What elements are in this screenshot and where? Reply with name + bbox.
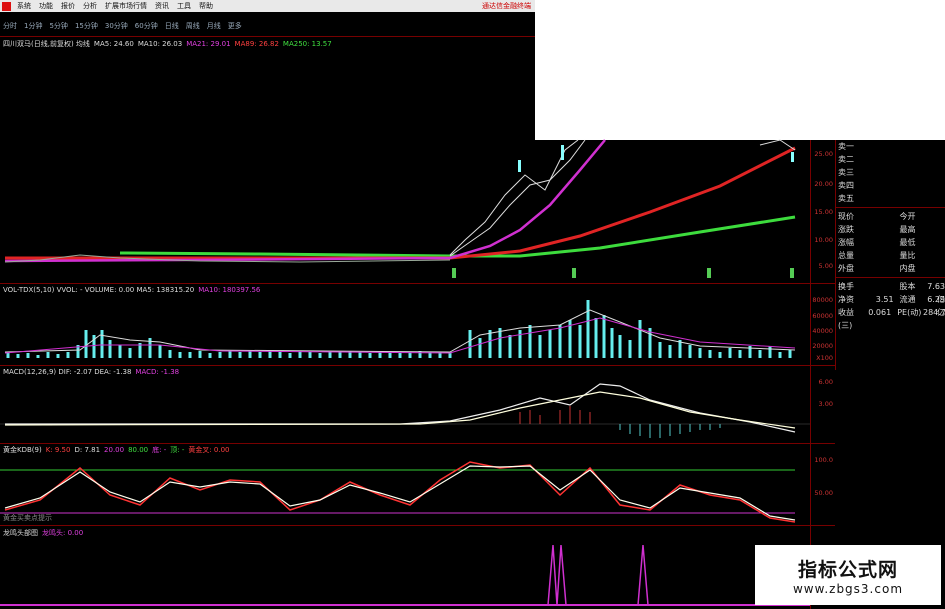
- kdj-d-line: [4, 465, 796, 521]
- late-price-line: [759, 139, 796, 151]
- macd-pane: [0, 383, 810, 438]
- kdj-pane: [0, 461, 796, 523]
- ma5-line: [449, 139, 579, 256]
- macd-histogram: [619, 424, 721, 438]
- volume-pane: [4, 300, 796, 358]
- candle: [561, 145, 564, 160]
- signal-pane: [0, 544, 810, 606]
- macd-histogram: [519, 406, 591, 424]
- date-marker: [707, 268, 711, 278]
- volume-bars: [6, 300, 792, 358]
- macd-dea-line: [4, 391, 796, 429]
- candle: [518, 160, 521, 172]
- date-marker: [572, 268, 576, 278]
- watermark-title: 指标公式网: [797, 558, 898, 581]
- date-marker: [790, 268, 794, 278]
- signal-spike: [637, 544, 649, 606]
- watermark-logo: 指标公式网 www.zbgs3.com: [755, 545, 941, 605]
- ma89-line: [5, 146, 796, 260]
- candle: [791, 152, 794, 162]
- volume-ma10: [4, 317, 796, 354]
- volume-ma5: [4, 309, 796, 353]
- chart-canvas[interactable]: [0, 0, 945, 609]
- signal-spike: [547, 544, 567, 606]
- price-pane: [4, 139, 796, 278]
- date-marker: [452, 268, 456, 278]
- watermark-url: www.zbgs3.com: [792, 581, 904, 596]
